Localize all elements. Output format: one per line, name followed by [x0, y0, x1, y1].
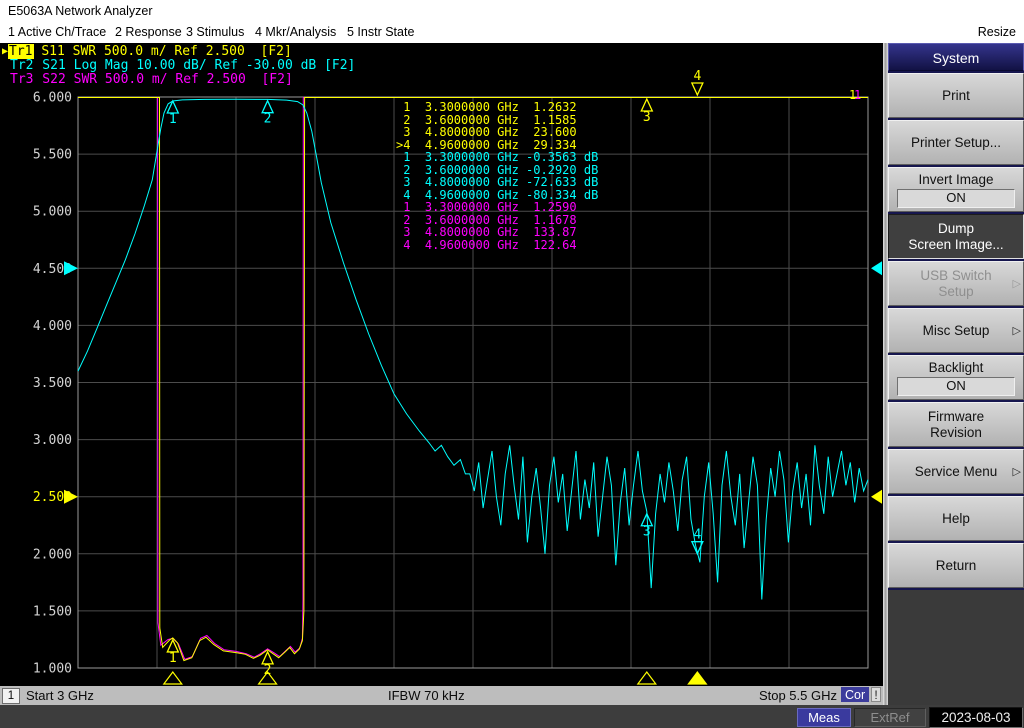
menu-bar: 1 Active Ch/Trace 2 Response 3 Stimulus … — [0, 22, 1024, 43]
submenu-arrow-icon: ▷ — [1012, 465, 1021, 478]
softkey-backlight[interactable]: Backlight ON — [888, 355, 1024, 400]
trace2-badge: Tr2 — [10, 58, 34, 73]
softkey-label: Help — [942, 510, 970, 526]
softkey-misc-setup[interactable]: Misc Setup ▷ — [888, 308, 1024, 353]
trace1-status-line[interactable]: ▶Tr1 S11 SWR 500.0 m/ Ref 2.500 [F2] — [2, 44, 292, 59]
trace2-status-line[interactable]: Tr2 S21 Log Mag 10.00 dB/ Ref -30.00 dB … — [9, 59, 355, 73]
correction-badge: Cor — [841, 687, 870, 702]
softkey-label: Revision — [930, 424, 982, 440]
softkey-label: USB Switch — [920, 267, 992, 283]
softkey-label: Screen Image... — [908, 236, 1004, 252]
softkey-label: Dump — [937, 220, 974, 236]
softkey-printer-setup[interactable]: Printer Setup... — [888, 120, 1024, 165]
system-status-bar: Meas ExtRef 2023-08-03 10:13 — [0, 705, 1024, 728]
softkey-label: Backlight — [928, 359, 984, 375]
softkey-label: Service Menu — [914, 463, 998, 479]
channel-status-bar: 1 Start 3 GHz IFBW 70 kHz Stop 5.5 GHz C… — [0, 686, 883, 705]
menu-mkr-analysis[interactable]: 4 Mkr/Analysis — [255, 22, 336, 43]
softkey-label: Invert Image — [918, 171, 994, 187]
softkey-return[interactable]: Return — [888, 543, 1024, 588]
softkey-value: ON — [897, 188, 1015, 208]
menu-resize[interactable]: Resize — [978, 22, 1016, 43]
extref-status-badge: ExtRef — [854, 708, 926, 727]
analyzer-window: E5063A Network Analyzer 1 Active Ch/Trac… — [0, 0, 1024, 728]
submenu-arrow-icon: ▷ — [1012, 277, 1021, 290]
menu-response[interactable]: 2 Response — [115, 22, 182, 43]
softkey-label: Return — [935, 557, 977, 573]
trace1-badge: Tr1 — [8, 44, 34, 59]
softkey-firmware-revision[interactable]: Firmware Revision — [888, 402, 1024, 447]
softkey-label: Printer Setup... — [910, 134, 1002, 150]
marker-table-row: 1 3.3000000 GHz 1.2632 — [396, 100, 577, 114]
start-frequency-label: Start 3 GHz — [26, 688, 94, 703]
softkey-menu: System Print Printer Setup... Invert Image… — [888, 43, 1024, 705]
softkey-usb-switch-setup: USB Switch Setup ▷ — [888, 261, 1024, 306]
marker-table: 1 3.3000000 GHz 1.2632 2 3.6000000 GHz 1… — [396, 101, 598, 251]
softkey-invert-image[interactable]: Invert Image ON — [888, 167, 1024, 212]
submenu-arrow-icon: ▷ — [1012, 324, 1021, 337]
stop-frequency-label: Stop 5.5 GHz — [758, 688, 837, 703]
meas-status-badge: Meas — [797, 708, 851, 727]
softkey-print[interactable]: Print — [888, 73, 1024, 118]
trace3-format: S22 SWR 500.0 m/ Ref 2.500 [F2] — [34, 72, 293, 87]
trace3-badge: Tr3 — [10, 72, 34, 87]
softkey-dump-screen-image[interactable]: Dump Screen Image... — [888, 214, 1024, 259]
softkey-label: Print — [942, 87, 970, 103]
softkey-service-menu[interactable]: Service Menu ▷ — [888, 449, 1024, 494]
softkey-menu-title: System — [888, 43, 1024, 71]
softkey-label: Misc Setup — [922, 322, 990, 338]
softkey-help[interactable]: Help — [888, 496, 1024, 541]
warning-badge: ! — [871, 687, 881, 702]
trace3-status-line[interactable]: Tr3 S22 SWR 500.0 m/ Ref 2.500 [F2] — [9, 73, 293, 87]
trace1-format: S11 SWR 500.0 m/ Ref 2.500 [F2] — [33, 44, 292, 59]
marker-table-row: 1 3.3000000 GHz -0.3563 dB — [396, 150, 599, 164]
marker-table-row: 4 4.9600000 GHz 122.64 — [396, 237, 577, 252]
menu-stimulus[interactable]: 3 Stimulus — [186, 22, 244, 43]
softkey-menu-filler — [888, 590, 1024, 705]
softkey-value: ON — [897, 376, 1015, 396]
marker-table-row: 3 4.8000000 GHz 133.87 — [396, 225, 577, 239]
trace2-format: S21 Log Mag 10.00 dB/ Ref -30.00 dB [F2] — [34, 58, 356, 73]
menu-active-ch-trace[interactable]: 1 Active Ch/Trace — [8, 22, 106, 43]
ifbw-label: IFBW 70 kHz — [388, 688, 465, 703]
marker-table-row: 1 3.3000000 GHz 1.2590 — [396, 200, 577, 214]
softkey-label: Setup — [938, 283, 974, 299]
marker-table-row: 3 4.8000000 GHz 23.600 — [396, 125, 577, 139]
softkey-label: Firmware — [927, 408, 985, 424]
window-title: E5063A Network Analyzer — [0, 0, 1024, 22]
channel-number-badge: 1 — [2, 688, 20, 704]
menu-instr-state[interactable]: 5 Instr State — [347, 22, 414, 43]
system-clock: 2023-08-03 10:13 — [929, 707, 1023, 728]
marker-table-row: 3 4.8000000 GHz -72.633 dB — [396, 175, 599, 189]
